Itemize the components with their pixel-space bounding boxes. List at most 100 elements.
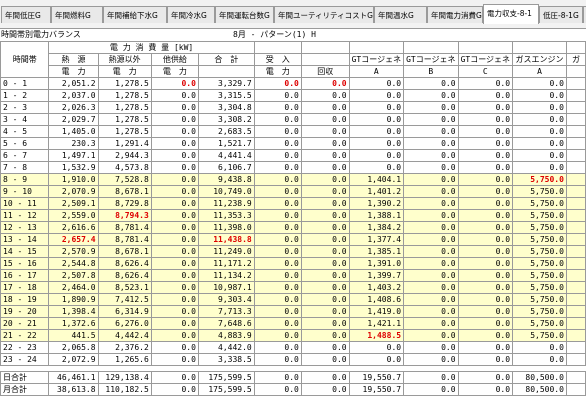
value-cell[interactable]: 2,507.8 <box>48 269 99 282</box>
value-cell[interactable]: 1,384.2 <box>348 221 405 234</box>
value-cell[interactable]: 6,106.7 <box>197 161 255 174</box>
value-cell[interactable]: 5,750.0 <box>512 209 567 222</box>
value-cell[interactable]: 0.0 <box>150 371 199 384</box>
time-cell[interactable]: 5 - 6 <box>0 137 50 150</box>
value-cell[interactable]: 0.0 <box>300 305 350 318</box>
value-cell[interactable]: 0.0 <box>403 113 459 126</box>
value-cell[interactable]: 3,329.7 <box>197 77 255 90</box>
value-cell[interactable]: 0.0 <box>403 353 459 366</box>
value-cell[interactable]: 0.0 <box>457 245 514 258</box>
value-cell[interactable]: 8,794.3 <box>97 209 152 222</box>
value-cell[interactable]: 9,303.4 <box>197 293 255 306</box>
value-cell[interactable]: 2,065.8 <box>48 341 99 354</box>
value-cell[interactable]: 5,750.0 <box>512 305 567 318</box>
value-cell[interactable]: 0.0 <box>253 317 302 330</box>
value-cell[interactable] <box>565 137 586 150</box>
value-cell[interactable]: 1,421.1 <box>348 317 405 330</box>
value-cell[interactable]: 46,461.1 <box>48 371 99 384</box>
value-cell[interactable]: 0.0 <box>300 113 350 126</box>
value-cell[interactable]: 5,750.0 <box>512 173 567 186</box>
value-cell[interactable]: 3,304.8 <box>197 101 255 114</box>
value-cell[interactable]: 0.0 <box>348 113 405 126</box>
value-cell[interactable]: 1,278.5 <box>97 113 152 126</box>
value-cell[interactable]: 0.0 <box>253 329 302 342</box>
value-cell[interactable]: 0.0 <box>457 197 514 210</box>
value-cell[interactable]: 0.0 <box>300 257 350 270</box>
time-cell[interactable]: 1 - 2 <box>0 89 50 102</box>
value-cell[interactable]: 5,750.0 <box>512 329 567 342</box>
value-cell[interactable] <box>565 233 586 246</box>
value-cell[interactable]: 0.0 <box>512 113 567 126</box>
value-cell[interactable]: 0.0 <box>253 257 302 270</box>
value-cell[interactable]: 0.0 <box>457 305 514 318</box>
value-cell[interactable]: 0.0 <box>457 269 514 282</box>
value-cell[interactable] <box>565 221 586 234</box>
value-cell[interactable]: 38,613.8 <box>48 383 99 396</box>
value-cell[interactable]: 8,781.4 <box>97 233 152 246</box>
value-cell[interactable]: 0.0 <box>150 209 199 222</box>
value-cell[interactable]: 8,626.4 <box>97 257 152 270</box>
value-cell[interactable] <box>565 353 586 366</box>
value-cell[interactable] <box>565 77 586 90</box>
value-cell[interactable]: 10,749.0 <box>197 185 255 198</box>
value-cell[interactable]: 0.0 <box>512 89 567 102</box>
value-cell[interactable]: 0.0 <box>512 149 567 162</box>
value-cell[interactable]: 3,308.2 <box>197 113 255 126</box>
value-cell[interactable]: 11,249.0 <box>197 245 255 258</box>
value-cell[interactable]: 1,405.0 <box>48 125 99 138</box>
value-cell[interactable]: 0.0 <box>253 269 302 282</box>
value-cell[interactable]: 0.0 <box>457 161 514 174</box>
value-cell[interactable]: 1,291.4 <box>97 137 152 150</box>
value-cell[interactable]: 0.0 <box>150 353 199 366</box>
value-cell[interactable]: 1,372.6 <box>48 317 99 330</box>
value-cell[interactable]: 1,385.1 <box>348 245 405 258</box>
value-cell[interactable]: 0.0 <box>457 293 514 306</box>
time-cell[interactable]: 15 - 16 <box>0 257 50 270</box>
value-cell[interactable]: 0.0 <box>150 197 199 210</box>
value-cell[interactable]: 0.0 <box>253 113 302 126</box>
sheet-tab-9[interactable]: 低圧-8-1G <box>539 6 583 23</box>
value-cell[interactable]: 0.0 <box>457 257 514 270</box>
value-cell[interactable]: 0.0 <box>150 161 199 174</box>
value-cell[interactable]: 1,532.9 <box>48 161 99 174</box>
value-cell[interactable]: 0.0 <box>300 383 350 396</box>
value-cell[interactable]: 0.0 <box>348 353 405 366</box>
value-cell[interactable]: 19,550.7 <box>348 371 405 384</box>
value-cell[interactable]: 0.0 <box>253 305 302 318</box>
value-cell[interactable]: 8,678.1 <box>97 245 152 258</box>
value-cell[interactable]: 5,750.0 <box>512 317 567 330</box>
sheet-tab-8[interactable]: 電力収支-8-1 <box>483 4 539 24</box>
value-cell[interactable]: 0.0 <box>457 317 514 330</box>
value-cell[interactable]: 0.0 <box>403 317 459 330</box>
value-cell[interactable]: 0.0 <box>300 137 350 150</box>
value-cell[interactable]: 0.0 <box>403 185 459 198</box>
value-cell[interactable]: 11,438.8 <box>197 233 255 246</box>
value-cell[interactable]: 0.0 <box>253 197 302 210</box>
value-cell[interactable] <box>565 185 586 198</box>
value-cell[interactable]: 1,403.2 <box>348 281 405 294</box>
time-cell[interactable]: 22 - 23 <box>0 341 50 354</box>
value-cell[interactable]: 1,278.5 <box>97 101 152 114</box>
value-cell[interactable]: 3,315.5 <box>197 89 255 102</box>
value-cell[interactable]: 7,528.8 <box>97 173 152 186</box>
value-cell[interactable]: 0.0 <box>457 353 514 366</box>
value-cell[interactable]: 175,599.5 <box>197 371 255 384</box>
value-cell[interactable]: 441.5 <box>48 329 99 342</box>
value-cell[interactable]: 0.0 <box>300 149 350 162</box>
value-cell[interactable]: 0.0 <box>348 341 405 354</box>
sheet-tab-1[interactable]: 年間燃料G <box>51 6 103 23</box>
value-cell[interactable]: 2,544.8 <box>48 257 99 270</box>
value-cell[interactable]: 2,657.4 <box>48 233 99 246</box>
value-cell[interactable]: 0.0 <box>253 383 302 396</box>
value-cell[interactable]: 4,442.0 <box>197 341 255 354</box>
value-cell[interactable]: 0.0 <box>348 77 405 90</box>
value-cell[interactable]: 0.0 <box>150 281 199 294</box>
value-cell[interactable]: 11,238.9 <box>197 197 255 210</box>
value-cell[interactable]: 230.3 <box>48 137 99 150</box>
value-cell[interactable]: 0.0 <box>150 245 199 258</box>
value-cell[interactable]: 0.0 <box>403 257 459 270</box>
time-cell[interactable]: 月合計 <box>0 383 50 396</box>
value-cell[interactable]: 0.0 <box>457 383 514 396</box>
time-cell[interactable]: 12 - 13 <box>0 221 50 234</box>
value-cell[interactable]: 0.0 <box>253 293 302 306</box>
